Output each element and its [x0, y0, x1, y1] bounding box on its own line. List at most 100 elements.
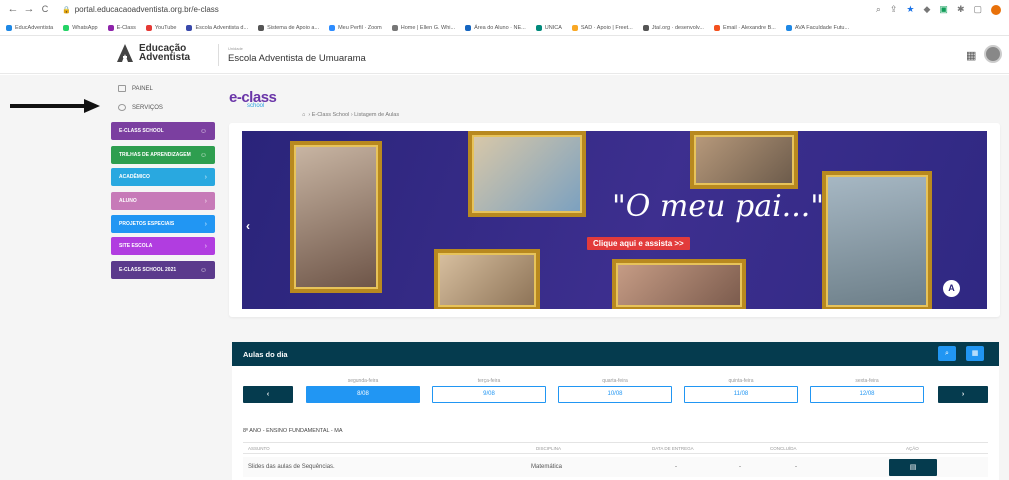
day-weekday-label: sexta-feira: [855, 378, 879, 384]
eclass-school-logo[interactable]: e-class school: [229, 89, 277, 109]
profile-icon[interactable]: [991, 4, 1001, 15]
bookmark-item[interactable]: SAD · Apoio | Freet...: [571, 24, 633, 31]
sidebar-menu-item[interactable]: SITE ESCOLA ›: [111, 237, 215, 255]
puzzle-icon[interactable]: ✱: [957, 4, 965, 15]
chevron-right-icon: ›: [204, 242, 207, 250]
bookmark-label: Área do Aluno · NE...: [474, 24, 526, 31]
sidebar-item-painel[interactable]: PAINEL: [118, 85, 153, 92]
calendar-icon: ▦: [971, 350, 979, 357]
avatar[interactable]: [984, 45, 1002, 63]
bookmark-label: EducAdventista: [15, 24, 54, 31]
school-block: Unidade Escola Adventista de Umuarama: [228, 46, 366, 64]
sidebar-item-label: SERVIÇOS: [132, 104, 163, 111]
day-button[interactable]: 11/08: [684, 386, 798, 403]
bookmark-item[interactable]: Sistema de Apoio a...: [258, 24, 319, 31]
bookmark-favicon-icon: [186, 24, 193, 31]
next-week-button[interactable]: ›: [938, 386, 988, 403]
bookmark-item[interactable]: WhatsApp: [63, 24, 98, 31]
apps-grid-icon[interactable]: ▦: [966, 49, 976, 62]
zoom-icon[interactable]: ⌕: [876, 4, 881, 15]
sidebar-menu-label: PROJETOS ESPECIAIS: [119, 221, 175, 227]
sidebar-menu-item[interactable]: TRILHAS DE APRENDIZAGEM ☺: [111, 146, 215, 164]
sidebar-menu-label: SITE ESCOLA: [119, 243, 153, 249]
bookmark-item[interactable]: YouTube: [145, 24, 176, 31]
row-subject[interactable]: Slides das aulas de Sequências.: [248, 464, 335, 470]
sidebar-menu-label: ACADÊMICO: [119, 174, 150, 180]
extension-icon[interactable]: ◆: [924, 4, 931, 15]
eclass-icon: ☺: [199, 266, 207, 274]
carousel-prev-icon[interactable]: ‹: [246, 219, 250, 233]
day-button[interactable]: 12/08: [810, 386, 924, 403]
bookmark-favicon-icon: [713, 24, 720, 31]
sidebar-item-servicos[interactable]: SERVIÇOS: [118, 104, 163, 111]
school-label: Unidade: [228, 46, 243, 51]
bookmark-item[interactable]: Meu Perfil · Zoom: [329, 24, 382, 31]
bookmark-favicon-icon: [391, 24, 398, 31]
col-subject: ASSUNTO: [248, 446, 270, 451]
bookmark-item[interactable]: UNICA: [535, 24, 562, 31]
window-icon[interactable]: ▢: [973, 4, 982, 15]
banner-cta-button[interactable]: Clique aqui e assista >>: [587, 237, 690, 250]
day-button[interactable]: 9/08: [432, 386, 546, 403]
bookmark-item[interactable]: AVA Faculdade Futu...: [785, 24, 849, 31]
star-icon[interactable]: ★: [906, 4, 914, 15]
class-title: 8º ANO - ENSINO FUNDAMENTAL - MA: [243, 428, 343, 434]
sidebar-menu-label: ALUNO: [119, 198, 137, 204]
bookmark-item[interactable]: Jtaí.org · desenvolv...: [642, 24, 704, 31]
address-bar[interactable]: 🔒 portal.educacaoadventista.org.br/e-cla…: [62, 5, 219, 14]
chevron-right-icon: ›: [204, 220, 207, 228]
forward-button[interactable]: →: [22, 3, 36, 15]
home-icon[interactable]: ⌂: [302, 112, 305, 118]
bookmark-item[interactable]: Área do Aluno · NE...: [465, 24, 526, 31]
bookmark-item[interactable]: Email · Alexandre B...: [713, 24, 776, 31]
adventista-badge-icon: A: [943, 280, 960, 297]
bookmark-label: E-Class: [116, 24, 136, 31]
sidebar-menu-item[interactable]: E-CLASS SCHOOL ☺: [111, 122, 215, 140]
view-lesson-button[interactable]: ▤: [889, 459, 937, 476]
row-due-date: -: [675, 464, 677, 470]
lessons-table-header: ASSUNTO DISCIPLINA DATA DE ENTREGA CONCL…: [243, 442, 988, 454]
dashboard-icon: [118, 85, 126, 92]
photo-frame: [468, 131, 586, 217]
educacao-adventista-logo[interactable]: Educação Adventista: [117, 44, 191, 63]
prev-week-button[interactable]: ‹: [243, 386, 293, 403]
bookmark-label: WhatsApp: [72, 24, 98, 31]
bookmark-favicon-icon: [785, 24, 792, 31]
logo-line-2: Adventista: [139, 52, 191, 63]
header-divider: [218, 44, 219, 66]
search-button[interactable]: ⌕: [938, 346, 956, 361]
bookmark-item[interactable]: E-Class: [107, 24, 136, 31]
banner-image[interactable]: "O meu pai..." Clique aqui e assista >> …: [242, 131, 987, 309]
bookmark-item[interactable]: Escola Adventista d...: [186, 24, 249, 31]
bookmark-item[interactable]: Home | Ellen G. Whi...: [391, 24, 456, 31]
bookmark-label: Email · Alexandre B...: [722, 24, 776, 31]
chevron-right-icon: ›: [961, 391, 965, 398]
bookmark-favicon-icon: [465, 24, 472, 31]
day-weekday-label: terça-feira: [477, 378, 501, 384]
bookmark-favicon-icon: [642, 24, 649, 31]
chevron-left-icon: ‹: [266, 391, 270, 398]
day-weekday-label: segunda-feira: [347, 378, 379, 384]
bookmark-favicon-icon: [63, 24, 70, 31]
banner-carousel: "O meu pai..." Clique aqui e assista >> …: [229, 123, 1000, 317]
sidebar-menu-item[interactable]: ALUNO ›: [111, 192, 215, 210]
day-button[interactable]: 10/08: [558, 386, 672, 403]
calendar-button[interactable]: ▦: [966, 346, 984, 361]
photo-frame: [690, 131, 798, 189]
browser-address-row: ← → C 🔒 portal.educacaoadventista.org.br…: [0, 0, 1009, 20]
reload-button[interactable]: C: [38, 4, 52, 14]
day-button[interactable]: 8/08: [306, 386, 420, 403]
sidebar-menu-item[interactable]: PROJETOS ESPECIAIS ›: [111, 215, 215, 233]
bookmark-label: Escola Adventista d...: [195, 24, 249, 31]
chevron-right-icon: ›: [204, 173, 207, 181]
back-button[interactable]: ←: [6, 3, 20, 15]
photo-frame: [290, 141, 382, 293]
bookmark-label: Home | Ellen G. Whi...: [400, 24, 456, 31]
share-icon[interactable]: ⇪: [890, 4, 898, 15]
photo-frame: [612, 259, 746, 309]
bookmark-item[interactable]: EducAdventista: [6, 24, 54, 31]
bookmark-label: Jtaí.org · desenvolv...: [651, 24, 704, 31]
sidebar-menu-item[interactable]: ACADÊMICO ›: [111, 168, 215, 186]
extension-icon[interactable]: ▣: [939, 4, 948, 15]
sidebar-menu-item[interactable]: E-CLASS SCHOOL 2021 ☺: [111, 261, 215, 279]
